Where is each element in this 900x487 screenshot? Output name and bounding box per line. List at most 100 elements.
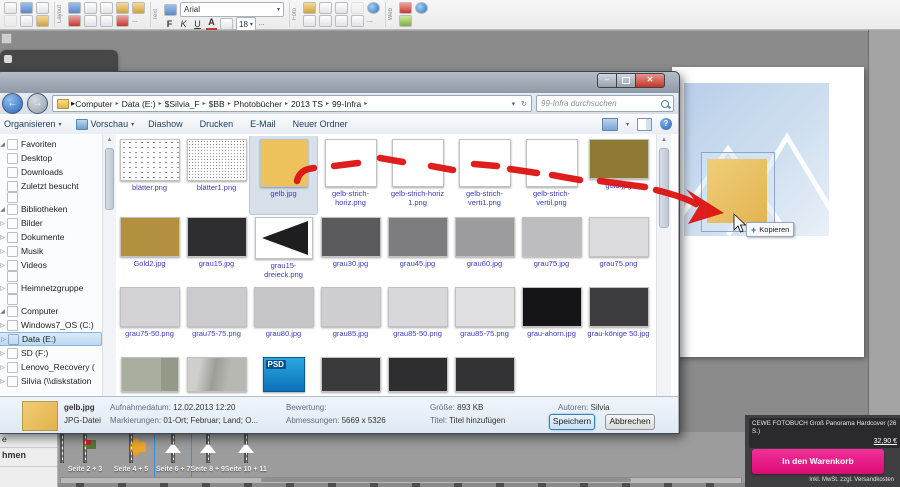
columns-icon[interactable] (335, 15, 348, 27)
forward-button[interactable]: → (27, 93, 48, 114)
expander-icon[interactable]: ▷ (0, 262, 7, 269)
file-thumbnail[interactable]: PSD (263, 357, 305, 392)
page-thumbnail[interactable] (173, 433, 175, 463)
nav-tree-item[interactable]: ▷ Silvia (\\diskstation (0, 374, 102, 388)
expander-icon[interactable]: ▷ (0, 336, 8, 343)
expander-icon[interactable]: ◢ (0, 206, 7, 213)
title-value[interactable]: Titel hinzufügen (449, 416, 505, 425)
page-thumbnail[interactable] (85, 433, 87, 463)
file-item[interactable]: grau-könige 50.jpg (585, 284, 652, 354)
italic-button[interactable]: K (178, 19, 189, 30)
address-dropdown-icon[interactable]: ▾ (510, 100, 518, 108)
nav-tree-item[interactable] (0, 295, 102, 304)
command-bar-item[interactable]: Neuer Ordner (293, 119, 351, 129)
expander-icon[interactable]: ▷ (0, 285, 7, 292)
file-thumbnail[interactable] (120, 287, 180, 327)
page-spread[interactable]: Seite 8 + 9 (190, 433, 224, 477)
views-dropdown-icon[interactable]: ▾ (626, 121, 629, 128)
file-thumbnail[interactable] (321, 357, 381, 392)
layout-more-icon[interactable]: ... (132, 16, 138, 26)
breadcrumb[interactable]: ▸ Computer ▸ Data (E:) ▸ $Silvia_F ▸ (52, 95, 532, 112)
page-thumbnail[interactable] (62, 433, 64, 463)
photo-add-icon[interactable] (303, 2, 316, 14)
file-item[interactable]: gelb-strich-horiz.png (317, 136, 384, 214)
globe-icon[interactable] (367, 2, 380, 14)
nav-tree-item[interactable]: ▷ Windows7_OS (C:) (0, 318, 102, 332)
photo-list-item[interactable]: hmen (0, 448, 57, 467)
file-thumbnail[interactable] (321, 287, 381, 327)
frame-icon[interactable] (351, 15, 364, 27)
page-duplicate-icon[interactable] (132, 2, 145, 14)
save-button[interactable]: Speichern (549, 414, 595, 430)
font-color-button[interactable]: A (206, 18, 217, 31)
file-thumbnail[interactable] (325, 139, 377, 187)
search-input[interactable]: 99-Infra durchsuchen (536, 95, 674, 112)
file-thumbnail[interactable] (260, 139, 308, 187)
scroll-up-icon[interactable]: ▲ (103, 134, 116, 146)
rotate-page-right-icon[interactable] (100, 2, 113, 14)
expander-icon[interactable]: ▷ (0, 248, 7, 255)
files-scrollbar[interactable]: ▲ (656, 134, 671, 430)
command-bar-item[interactable]: E-Mail (250, 119, 279, 129)
file-thumbnail[interactable] (187, 217, 247, 257)
help-icon[interactable]: ? (660, 118, 672, 130)
underline-button[interactable]: U (192, 19, 203, 30)
preview-pane-icon[interactable] (637, 118, 652, 131)
command-bar-item[interactable]: Vorschau ▾ (76, 119, 135, 130)
close-button[interactable]: ✕ (636, 73, 665, 88)
file-thumbnail[interactable] (388, 217, 448, 257)
breadcrumb-segment[interactable]: 99-Infra ▸ (332, 99, 370, 109)
breadcrumb-segment[interactable]: Data (E:) ▸ (122, 99, 165, 109)
nav-tree-item[interactable]: Downloads (0, 165, 102, 179)
file-item[interactable]: grau75-50.png (116, 284, 183, 354)
file-item[interactable] (317, 354, 384, 394)
nav-tree-item[interactable]: ▷ Lenovo_Recovery ( (0, 360, 102, 374)
file-item[interactable]: blätter1.png (183, 136, 250, 214)
tags-value[interactable]: 01-Ort; Februar; Land; O... (163, 416, 258, 425)
people-search-icon[interactable] (335, 2, 348, 14)
file-thumbnail[interactable] (388, 357, 448, 392)
file-item[interactable]: gelb-strich-vertil.png (518, 136, 585, 214)
nav-tree-item[interactable]: ▷ Dokumente (0, 230, 102, 244)
trash-icon[interactable] (36, 2, 49, 14)
cancel-button[interactable]: Abbrechen (605, 414, 655, 430)
file-thumbnail[interactable] (254, 287, 314, 327)
file-item[interactable]: gelb-strich-horiz 1.png (384, 136, 451, 214)
rotate-icon[interactable] (84, 15, 97, 27)
file-thumbnail[interactable] (187, 139, 247, 181)
nav-tree-item[interactable]: ◢ Computer (0, 304, 102, 318)
photo-list-item[interactable]: e (0, 432, 57, 448)
file-item[interactable] (451, 354, 518, 394)
title-bar[interactable]: – ✕ (0, 72, 679, 93)
expander-icon[interactable]: ◢ (0, 308, 7, 315)
back-button[interactable]: ← (2, 93, 23, 114)
file-item[interactable]: gelb-strich-verti1.png (451, 136, 518, 214)
file-thumbnail[interactable] (120, 139, 180, 181)
expander-icon[interactable]: ▷ (0, 234, 7, 241)
bold-button[interactable]: F (164, 19, 175, 30)
product-price[interactable]: 32,90 € (874, 438, 897, 447)
collapsed-tool-icon[interactable] (1, 33, 12, 44)
file-thumbnail[interactable] (459, 139, 511, 187)
font-size-select[interactable]: 18 ▾ (236, 17, 256, 31)
nav-tree-item[interactable]: Zuletzt besucht (0, 179, 102, 193)
photo-bin-strip[interactable] (0, 483, 748, 487)
views-icon[interactable] (602, 118, 618, 131)
file-thumbnail[interactable] (526, 139, 578, 187)
command-bar-item[interactable]: Diashow (148, 119, 186, 129)
file-item[interactable]: PSD (250, 354, 317, 394)
nav-tree-item[interactable] (0, 272, 102, 281)
nav-tree-item[interactable] (0, 193, 102, 202)
file-item[interactable]: blätter.png (116, 136, 183, 214)
file-item[interactable]: grau15-dreieck.png (250, 214, 317, 284)
file-thumbnail[interactable] (392, 139, 444, 187)
sidebar-scrollbar[interactable]: ▲ (102, 134, 116, 396)
file-item[interactable]: grau-ahorn.jpg (518, 284, 585, 354)
file-thumbnail[interactable] (455, 287, 515, 327)
file-thumbnail[interactable] (321, 217, 381, 257)
file-thumbnail[interactable] (589, 139, 649, 179)
file-item[interactable]: grau85-75.png (451, 284, 518, 354)
expander-icon[interactable]: ▷ (0, 364, 7, 371)
file-item[interactable] (183, 354, 250, 394)
maximize-button[interactable] (617, 73, 636, 88)
